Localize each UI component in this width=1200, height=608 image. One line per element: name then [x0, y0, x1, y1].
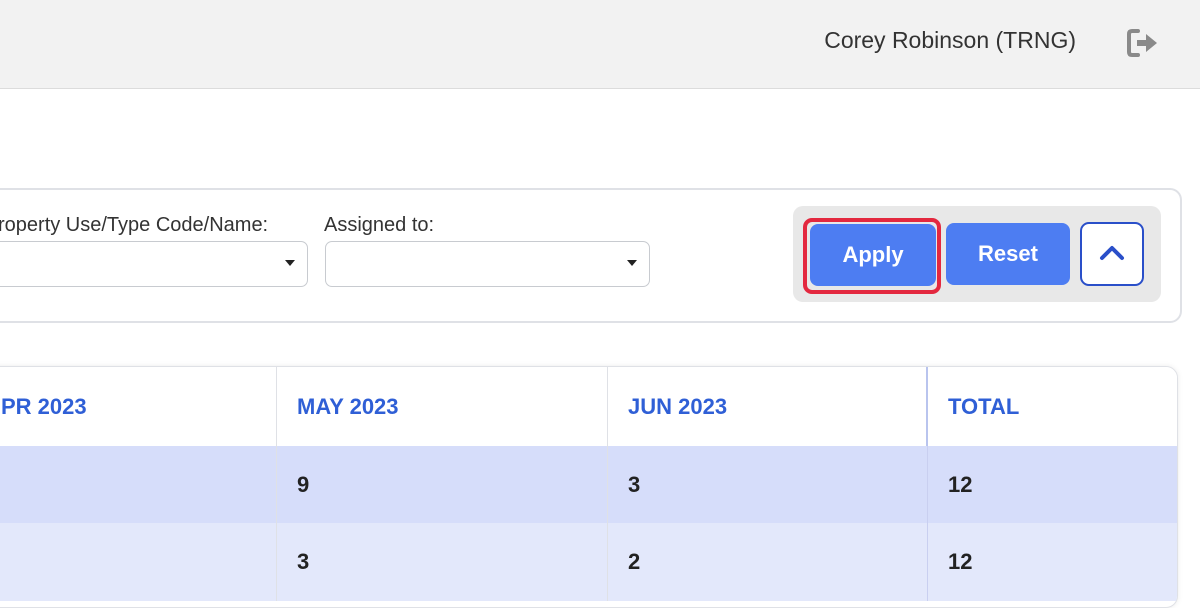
table-cell: 9: [277, 446, 608, 523]
table-cell: 12: [948, 549, 973, 574]
results-table: PR 2023 MAY 2023 JUN 2023 TOTAL 9 3 12 3…: [0, 366, 1178, 608]
column-header[interactable]: MAY 2023: [277, 367, 608, 446]
property-use-label: roperty Use/Type Code/Name:: [0, 214, 269, 236]
table-cell: 3: [608, 446, 928, 523]
logout-icon[interactable]: [1124, 24, 1162, 62]
table-row[interactable]: 3 2 12: [0, 523, 1177, 601]
table-cell: [0, 446, 277, 523]
chevron-up-icon: [1100, 246, 1124, 260]
table-cell: 12: [948, 471, 973, 497]
property-use-select[interactable]: [0, 241, 308, 287]
chevron-down-icon: [285, 260, 295, 266]
top-bar: Corey Robinson (TRNG): [0, 0, 1200, 89]
assigned-to-select[interactable]: [325, 241, 650, 287]
assigned-to-label: Assigned to:: [324, 214, 435, 236]
column-header[interactable]: PR 2023: [0, 367, 277, 446]
chevron-down-icon: [627, 260, 637, 266]
table-header-row: PR 2023 MAY 2023 JUN 2023 TOTAL: [0, 367, 1177, 446]
column-header[interactable]: JUN 2023: [608, 367, 928, 446]
apply-highlight: [803, 218, 941, 294]
table-cell: 2: [608, 523, 928, 601]
table-cell: [0, 523, 277, 601]
table-cell: 3: [277, 523, 608, 601]
reset-button[interactable]: Reset: [946, 223, 1070, 285]
column-header[interactable]: TOTAL: [928, 367, 1177, 446]
collapse-filters-button[interactable]: [1080, 222, 1144, 286]
user-name[interactable]: Corey Robinson (TRNG): [824, 27, 1076, 54]
table-row[interactable]: 9 3 12: [0, 446, 1177, 523]
